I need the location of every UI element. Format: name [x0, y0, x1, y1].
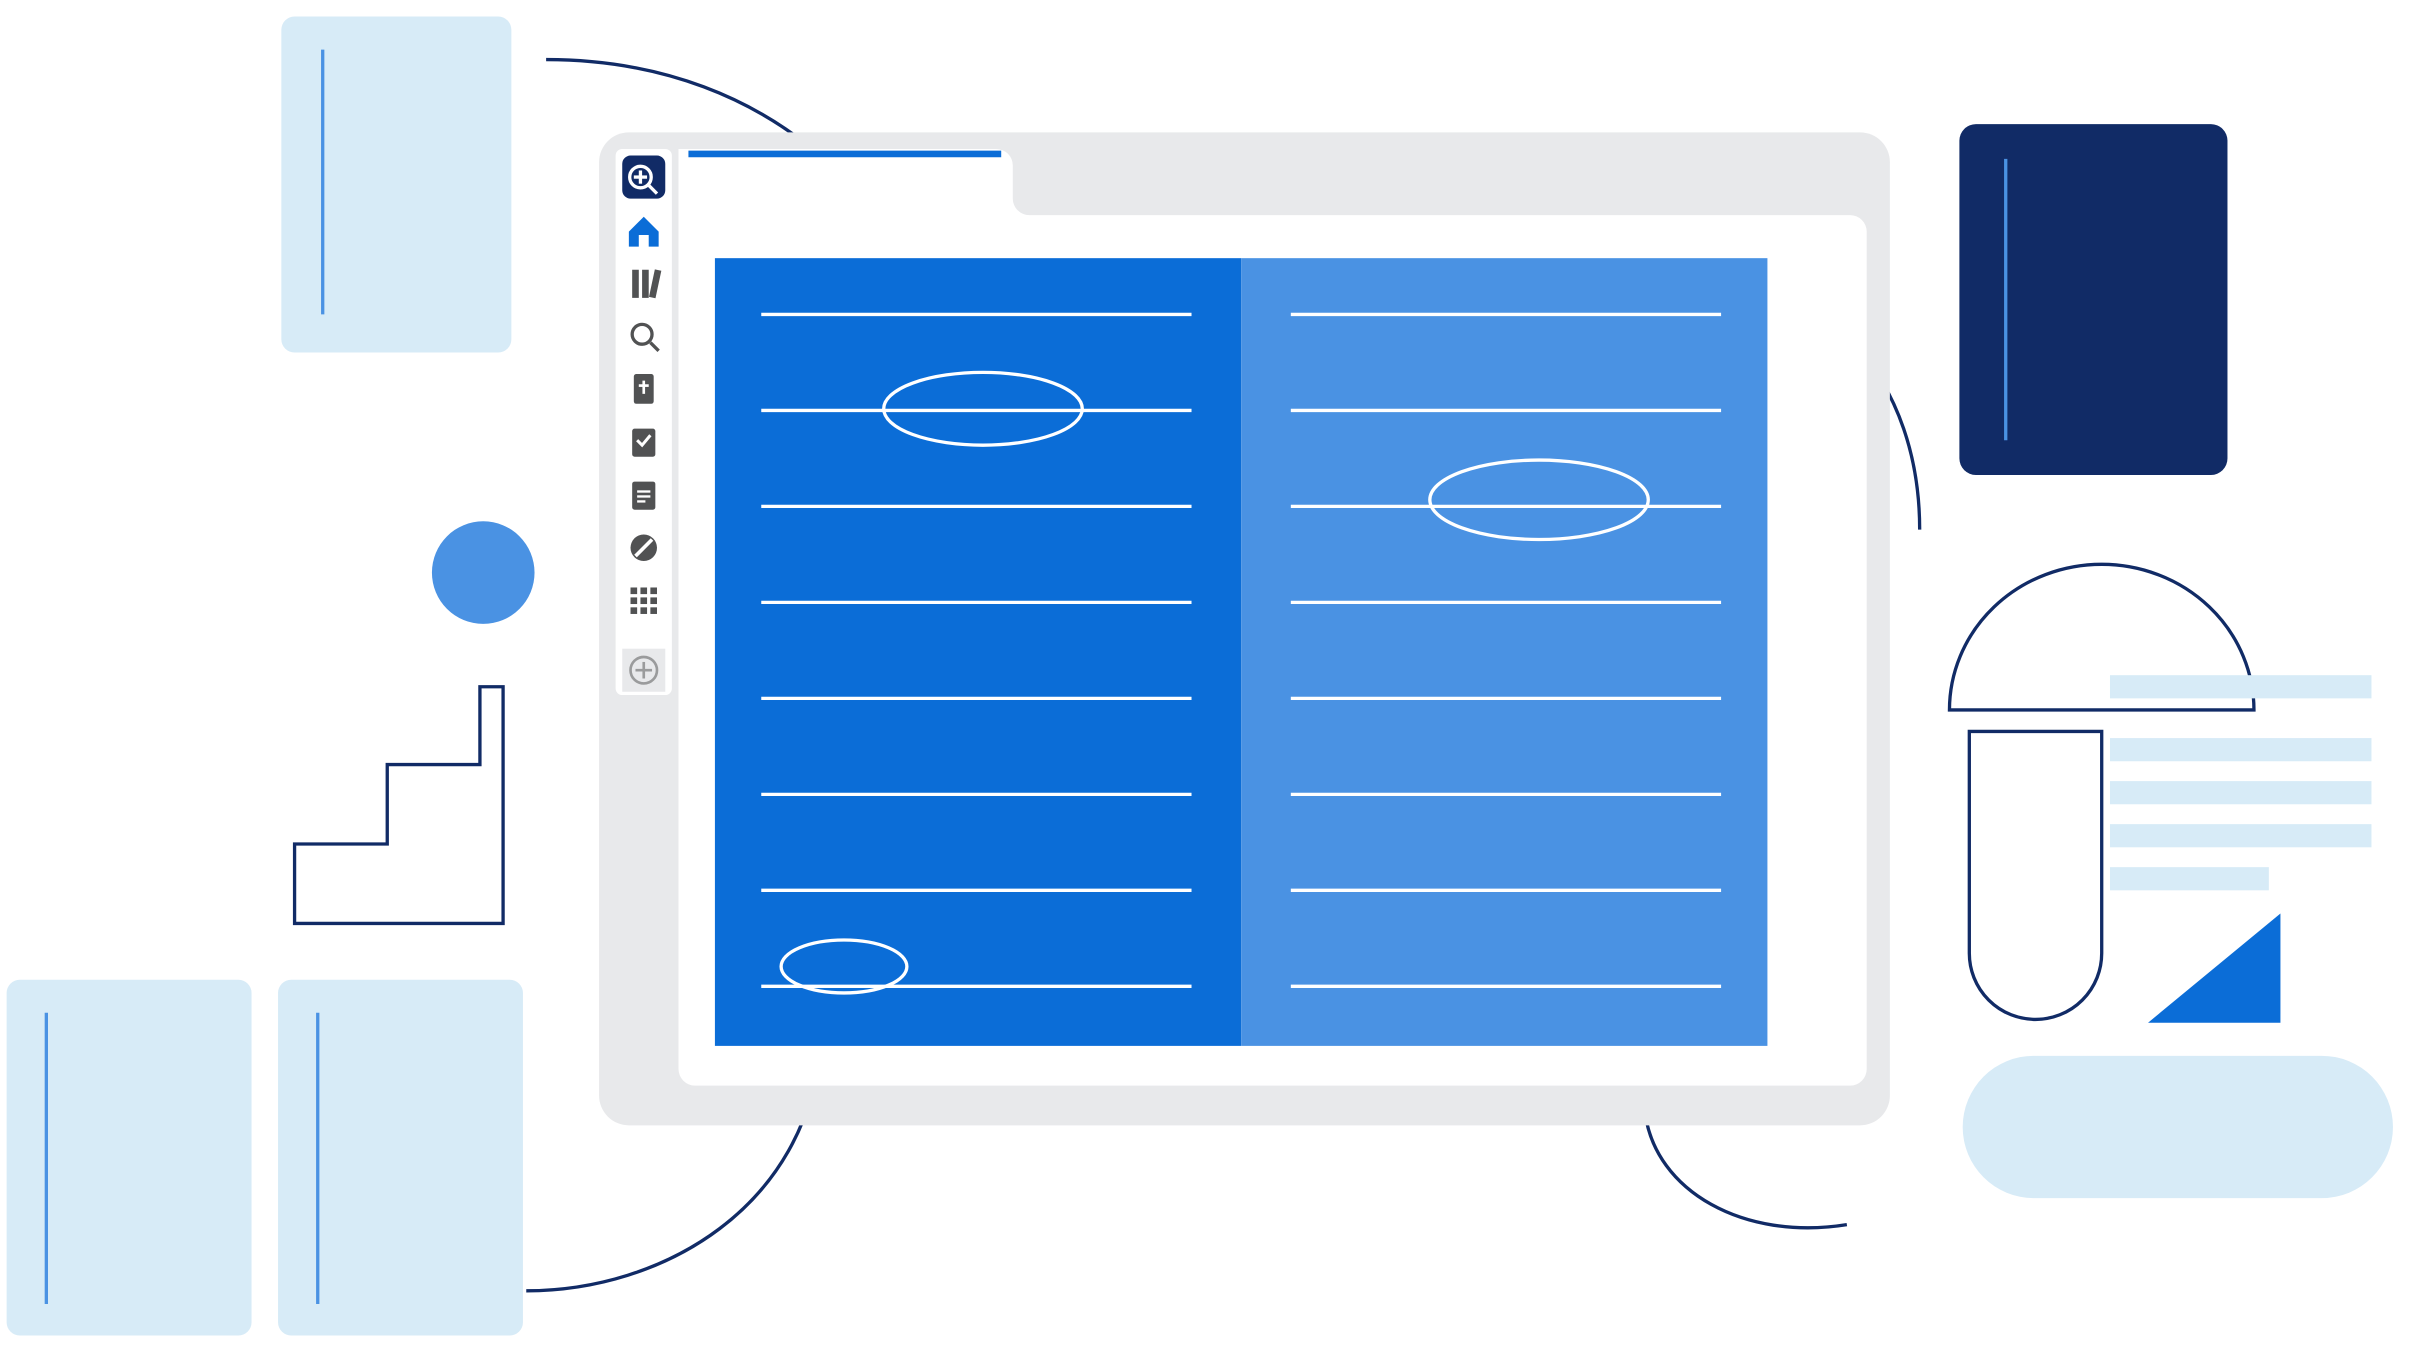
navy-card — [1959, 124, 2227, 475]
pale-text-lines — [2110, 675, 2371, 890]
pale-card-bottom-left-2 — [278, 980, 523, 1336]
document-icon[interactable] — [622, 473, 665, 516]
add-icon[interactable] — [622, 649, 665, 692]
rounded-pill-pale — [1963, 1056, 2393, 1198]
stairs-shape — [295, 687, 504, 924]
open-book — [715, 258, 1768, 1046]
home-icon[interactable] — [622, 209, 665, 252]
pill-outline — [1969, 731, 2101, 1019]
pale-card-bottom-left-1 — [7, 980, 252, 1336]
illustration-canvas — [0, 0, 2436, 1344]
grid-icon[interactable] — [622, 579, 665, 622]
bible-icon[interactable] — [622, 367, 665, 410]
library-icon[interactable] — [622, 261, 665, 304]
sidebar — [616, 149, 672, 695]
cancel-icon[interactable] — [622, 526, 665, 569]
book-right-page — [1241, 258, 1767, 1046]
search-icon[interactable] — [622, 314, 665, 357]
decorative-circle — [432, 521, 535, 624]
pale-card-top-left — [281, 17, 511, 353]
app-window — [599, 132, 1890, 1125]
triangle — [2148, 913, 2280, 1022]
checklist-icon[interactable] — [622, 420, 665, 463]
book-left-page — [715, 258, 1241, 1046]
app-logo-icon[interactable] — [622, 156, 665, 199]
